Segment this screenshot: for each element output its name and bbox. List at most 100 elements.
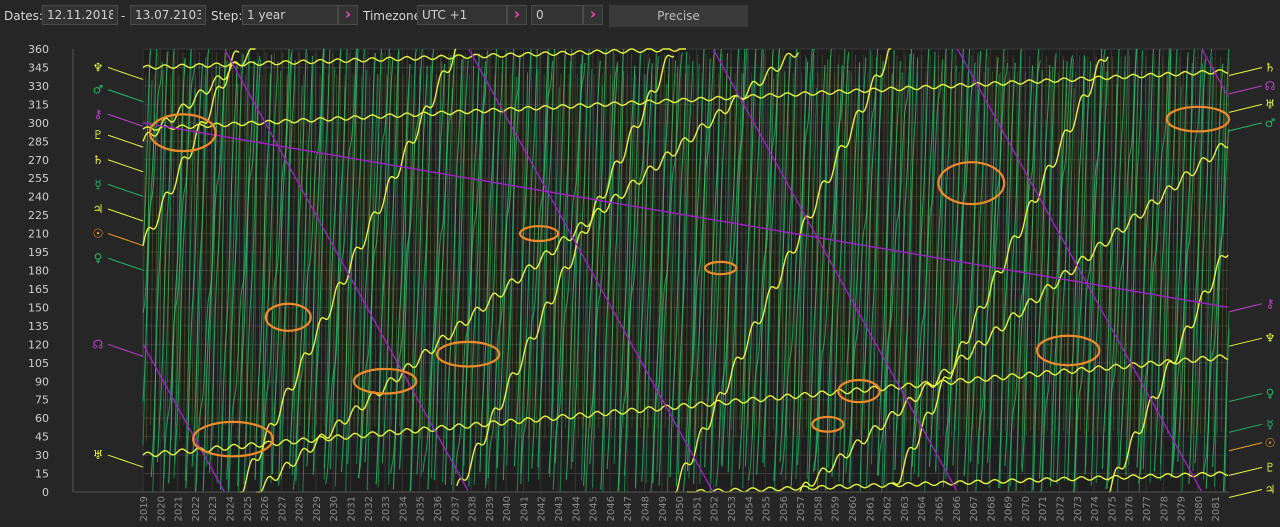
y-tick-label: 240 bbox=[28, 191, 49, 204]
right-planet-glyph: ☊ bbox=[1265, 79, 1276, 93]
y-tick-label: 135 bbox=[28, 320, 49, 333]
x-tick-label: 2050 bbox=[675, 496, 686, 521]
right-planet-glyph: ♄ bbox=[1265, 60, 1276, 74]
x-tick-label: 2041 bbox=[519, 496, 530, 521]
y-tick-label: 285 bbox=[28, 135, 49, 148]
y-tick-label: 225 bbox=[28, 209, 49, 222]
x-tick-label: 2074 bbox=[1090, 496, 1101, 521]
left-planet-glyph: ♃ bbox=[93, 202, 104, 216]
x-tick-label: 2042 bbox=[537, 496, 548, 521]
x-tick-label: 2034 bbox=[398, 496, 409, 521]
x-tick-label: 2045 bbox=[589, 496, 600, 521]
y-tick-label: 360 bbox=[28, 43, 49, 56]
offset-next-arrow-icon[interactable]: › bbox=[583, 5, 603, 25]
right-planet-glyph: ♃ bbox=[1265, 483, 1276, 497]
x-tick-label: 2037 bbox=[450, 496, 461, 521]
y-tick-label: 300 bbox=[28, 117, 49, 130]
left-glyph-leader bbox=[107, 89, 144, 103]
x-tick-label: 2030 bbox=[329, 496, 340, 521]
x-tick-label: 2069 bbox=[1004, 496, 1015, 521]
step-input[interactable] bbox=[242, 5, 338, 25]
x-tick-label: 2068 bbox=[986, 496, 997, 521]
x-tick-label: 2059 bbox=[831, 496, 842, 521]
x-tick-label: 2023 bbox=[208, 496, 219, 521]
left-planet-glyph: ♂ bbox=[93, 83, 104, 97]
right-glyph-leader bbox=[1228, 466, 1263, 476]
y-tick-label: 60 bbox=[35, 412, 49, 425]
x-tick-label: 2057 bbox=[796, 496, 807, 521]
x-tick-label: 2025 bbox=[243, 496, 254, 521]
x-tick-label: 2022 bbox=[191, 496, 202, 521]
right-planet-glyph: ♇ bbox=[1265, 460, 1276, 474]
dates-label: Dates: bbox=[4, 9, 43, 23]
x-tick-label: 2060 bbox=[848, 496, 859, 521]
x-tick-label: 2061 bbox=[865, 496, 876, 521]
y-tick-label: 315 bbox=[28, 98, 49, 111]
x-tick-label: 2040 bbox=[502, 496, 513, 521]
x-tick-label: 2075 bbox=[1107, 496, 1118, 521]
right-planet-glyph: ⚷ bbox=[1266, 297, 1275, 311]
x-tick-label: 2020 bbox=[156, 496, 167, 521]
y-tick-label: 0 bbox=[42, 486, 49, 499]
x-tick-label: 2073 bbox=[1073, 496, 1084, 521]
date-from-input[interactable] bbox=[42, 5, 118, 25]
x-tick-label: 2049 bbox=[658, 496, 669, 521]
left-glyph-leader bbox=[107, 233, 144, 247]
x-tick-label: 2079 bbox=[1177, 496, 1188, 521]
date-to-input[interactable] bbox=[130, 5, 206, 25]
x-tick-label: 2026 bbox=[260, 496, 271, 521]
y-tick-label: 180 bbox=[28, 265, 49, 278]
left-planet-glyph: ♅ bbox=[93, 448, 104, 462]
left-glyph-leader bbox=[107, 454, 144, 468]
right-glyph-leader bbox=[1228, 122, 1263, 132]
left-planet-glyph: ☿ bbox=[94, 177, 101, 191]
y-tick-label: 150 bbox=[28, 301, 49, 314]
y-tick-label: 105 bbox=[28, 357, 49, 370]
x-tick-label: 2081 bbox=[1211, 496, 1222, 521]
ephemeris-chart: 0 15 30 45 60 75 90 105 120 135 150 165 180 195 210 225… bbox=[28, 43, 1276, 521]
x-tick-label: 2024 bbox=[225, 496, 236, 521]
x-tick-label: 2053 bbox=[727, 496, 738, 521]
x-tick-label: 2076 bbox=[1125, 496, 1136, 521]
left-glyph-leader bbox=[107, 343, 144, 357]
left-planet-glyph: ♆ bbox=[93, 60, 104, 74]
x-tick-label: 2027 bbox=[277, 496, 288, 521]
x-tick-label: 2036 bbox=[433, 496, 444, 521]
x-tick-label: 2055 bbox=[762, 496, 773, 521]
x-tick-label: 2031 bbox=[347, 496, 358, 521]
right-glyph-leader bbox=[1228, 393, 1263, 403]
left-planet-glyph: ♀ bbox=[94, 251, 103, 265]
x-tick-label: 2063 bbox=[900, 496, 911, 521]
x-tick-label: 2070 bbox=[1021, 496, 1032, 521]
x-tick-label: 2051 bbox=[692, 496, 703, 521]
right-planet-glyph: ♅ bbox=[1265, 97, 1276, 111]
x-tick-label: 2047 bbox=[623, 496, 634, 521]
x-tick-label: 2067 bbox=[969, 496, 980, 521]
timezone-next-arrow-icon[interactable]: › bbox=[507, 5, 527, 25]
y-tick-label: 90 bbox=[35, 375, 49, 388]
timezone-label: Timezone bbox=[363, 9, 421, 23]
left-glyph-leader bbox=[107, 159, 144, 173]
x-tick-label: 2071 bbox=[1038, 496, 1049, 521]
x-tick-label: 2044 bbox=[571, 496, 582, 521]
left-glyph-leader bbox=[107, 183, 144, 197]
x-tick-label: 2054 bbox=[744, 496, 755, 521]
right-glyph-leader bbox=[1228, 337, 1263, 347]
x-tick-label: 2080 bbox=[1194, 496, 1205, 521]
y-tick-label: 75 bbox=[35, 394, 49, 407]
x-tick-label: 2064 bbox=[917, 496, 928, 521]
x-tick-label: 2077 bbox=[1142, 496, 1153, 521]
right-glyph-leader bbox=[1228, 66, 1263, 76]
x-tick-label: 2029 bbox=[312, 496, 323, 521]
left-planet-glyph: ♄ bbox=[93, 153, 104, 167]
offset-input[interactable] bbox=[531, 5, 583, 25]
x-tick-label: 2066 bbox=[952, 496, 963, 521]
x-tick-label: 2039 bbox=[485, 496, 496, 521]
precise-button[interactable]: Precise bbox=[609, 5, 748, 27]
step-next-arrow-icon[interactable]: › bbox=[338, 5, 358, 25]
y-tick-label: 30 bbox=[35, 449, 49, 462]
x-tick-label: 2043 bbox=[554, 496, 565, 521]
timezone-input[interactable] bbox=[417, 5, 507, 25]
left-planet-glyph: ⚷ bbox=[94, 107, 103, 121]
x-tick-label: 2038 bbox=[468, 496, 479, 521]
